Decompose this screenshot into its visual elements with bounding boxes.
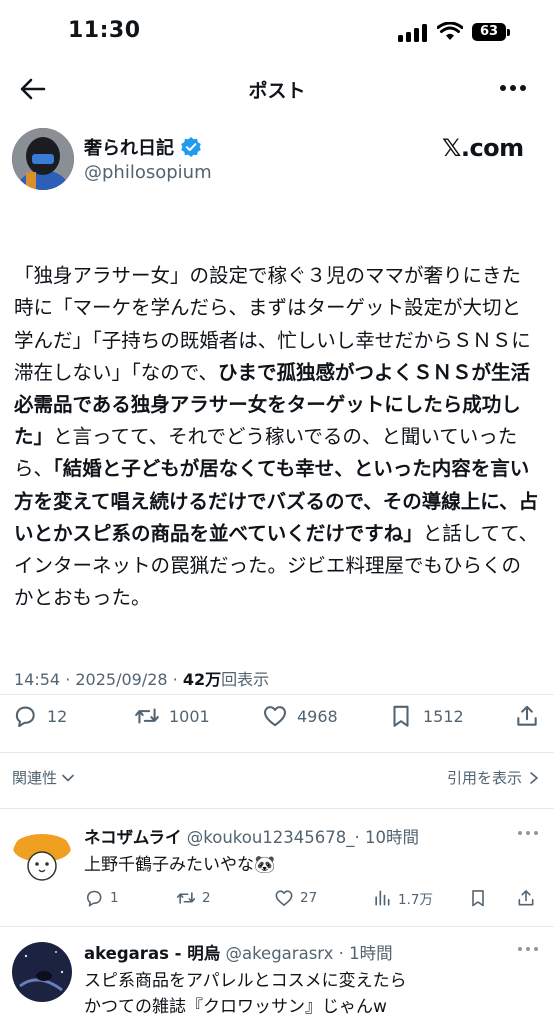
view-quotes-button[interactable]: 引用を表示 xyxy=(447,767,540,788)
reply-author-name[interactable]: ネコザムライ xyxy=(84,828,182,847)
reply-handle-time: @koukou12345678_· 10時間 xyxy=(181,828,420,847)
cellular-signal-icon xyxy=(398,24,430,42)
repost-count: 1001 xyxy=(169,706,210,726)
post-action-bar: 12 1001 4968 1512 xyxy=(0,703,554,743)
divider xyxy=(0,694,554,695)
nav-bar: ポスト xyxy=(0,62,554,116)
reply-item[interactable]: akegaras - 明烏 @akegarasrx · 1時間 スピ系商品をアパ… xyxy=(0,940,554,1024)
bookmark-icon xyxy=(472,890,484,907)
repost-icon xyxy=(176,892,196,904)
reply-action-bar: 1 2 27 1.7万 xyxy=(84,888,544,916)
chevron-right-icon xyxy=(530,771,538,784)
heart-icon xyxy=(264,706,286,727)
post-meta: 14:54 · 2025/09/28 · 42万回表示 xyxy=(14,666,269,690)
like-button[interactable]: 4968 xyxy=(262,703,338,729)
reply-header: akegaras - 明烏 @akegarasrx · 1時間 xyxy=(84,940,393,964)
post-timestamp: 14:54 · 2025/09/28 · xyxy=(14,670,183,689)
post-body: 「独身アラサー女」の設定で稼ぐ３児のママが奢りにきた時に「マーケを学んだら、まず… xyxy=(14,228,539,614)
author-name[interactable]: 奢られ日記 xyxy=(84,134,174,160)
reply-text: スピ系商品をアパレルとコスメに変えたら かつての雑誌『クロワッサン』じゃんw xyxy=(84,971,407,1017)
battery-icon: 63 xyxy=(472,23,506,41)
reply-button[interactable]: 12 xyxy=(12,703,67,729)
reply-header: ネコザムライ @koukou12345678_· 10時間 xyxy=(84,824,419,848)
reply-avatar[interactable] xyxy=(12,942,72,1002)
source-label: 𝕏.com xyxy=(442,134,524,162)
verified-badge-icon xyxy=(181,137,201,157)
share-icon xyxy=(517,705,537,726)
status-bar: 11:30 63 xyxy=(0,0,554,62)
reply-views-count: 1.7万 xyxy=(398,892,433,908)
reply-like-button[interactable]: 27 xyxy=(274,888,317,908)
reply-author-name[interactable]: akegaras - 明烏 xyxy=(84,944,220,963)
reply-reply-count: 1 xyxy=(110,890,119,906)
status-time: 11:30 xyxy=(68,18,141,43)
more-options-icon[interactable] xyxy=(497,76,529,100)
reply-more-icon[interactable] xyxy=(516,944,540,954)
battery-tip xyxy=(507,29,510,36)
share-button[interactable] xyxy=(514,703,540,729)
heart-icon xyxy=(275,890,293,906)
views-label: 回表示 xyxy=(221,670,270,689)
repost-icon xyxy=(135,708,159,724)
view-quotes-label: 引用を表示 xyxy=(446,769,522,787)
divider xyxy=(0,808,554,809)
reply-share-button[interactable] xyxy=(516,888,536,908)
author-handle[interactable]: @philosopium xyxy=(84,162,212,183)
sort-label: 関連性 xyxy=(12,769,58,787)
views-count: 42万 xyxy=(182,670,222,689)
reply-icon xyxy=(15,706,35,728)
like-count: 4968 xyxy=(297,706,338,726)
reply-avatar[interactable] xyxy=(12,828,72,888)
reply-item[interactable]: ネコザムライ @koukou12345678_· 10時間 上野千鶴子みたいやな… xyxy=(0,824,554,928)
reply-repost-count: 2 xyxy=(202,890,211,906)
reply-count: 12 xyxy=(47,706,68,726)
reply-like-count: 27 xyxy=(300,890,318,906)
chevron-down-icon xyxy=(62,774,74,781)
page-title: ポスト xyxy=(248,80,306,102)
reply-views-button[interactable]: 1.7万 xyxy=(372,888,433,908)
reply-text: 上野千鶴子みたいやな🐼 xyxy=(84,855,276,875)
reply-icon xyxy=(86,890,102,907)
share-icon xyxy=(518,890,534,906)
reply-repost-button[interactable]: 2 xyxy=(176,888,211,908)
reply-more-icon[interactable] xyxy=(516,828,540,838)
repost-button[interactable]: 1001 xyxy=(134,703,210,729)
author-name-row: 奢られ日記 xyxy=(84,134,202,160)
reply-handle-time: @akegarasrx · 1時間 xyxy=(220,944,393,963)
bookmark-icon xyxy=(393,705,409,727)
wifi-icon xyxy=(437,22,463,40)
divider xyxy=(0,752,554,753)
reply-bookmark-button[interactable] xyxy=(468,888,488,908)
bookmark-button[interactable]: 1512 xyxy=(388,703,464,729)
analytics-icon xyxy=(375,890,390,906)
divider xyxy=(0,926,554,927)
bookmark-count: 1512 xyxy=(423,706,464,726)
sort-relevance-button[interactable]: 関連性 xyxy=(12,767,75,788)
reply-reply-button[interactable]: 1 xyxy=(84,888,119,908)
related-row: 関連性 引用を表示 xyxy=(0,760,554,794)
author-avatar[interactable] xyxy=(12,128,74,190)
